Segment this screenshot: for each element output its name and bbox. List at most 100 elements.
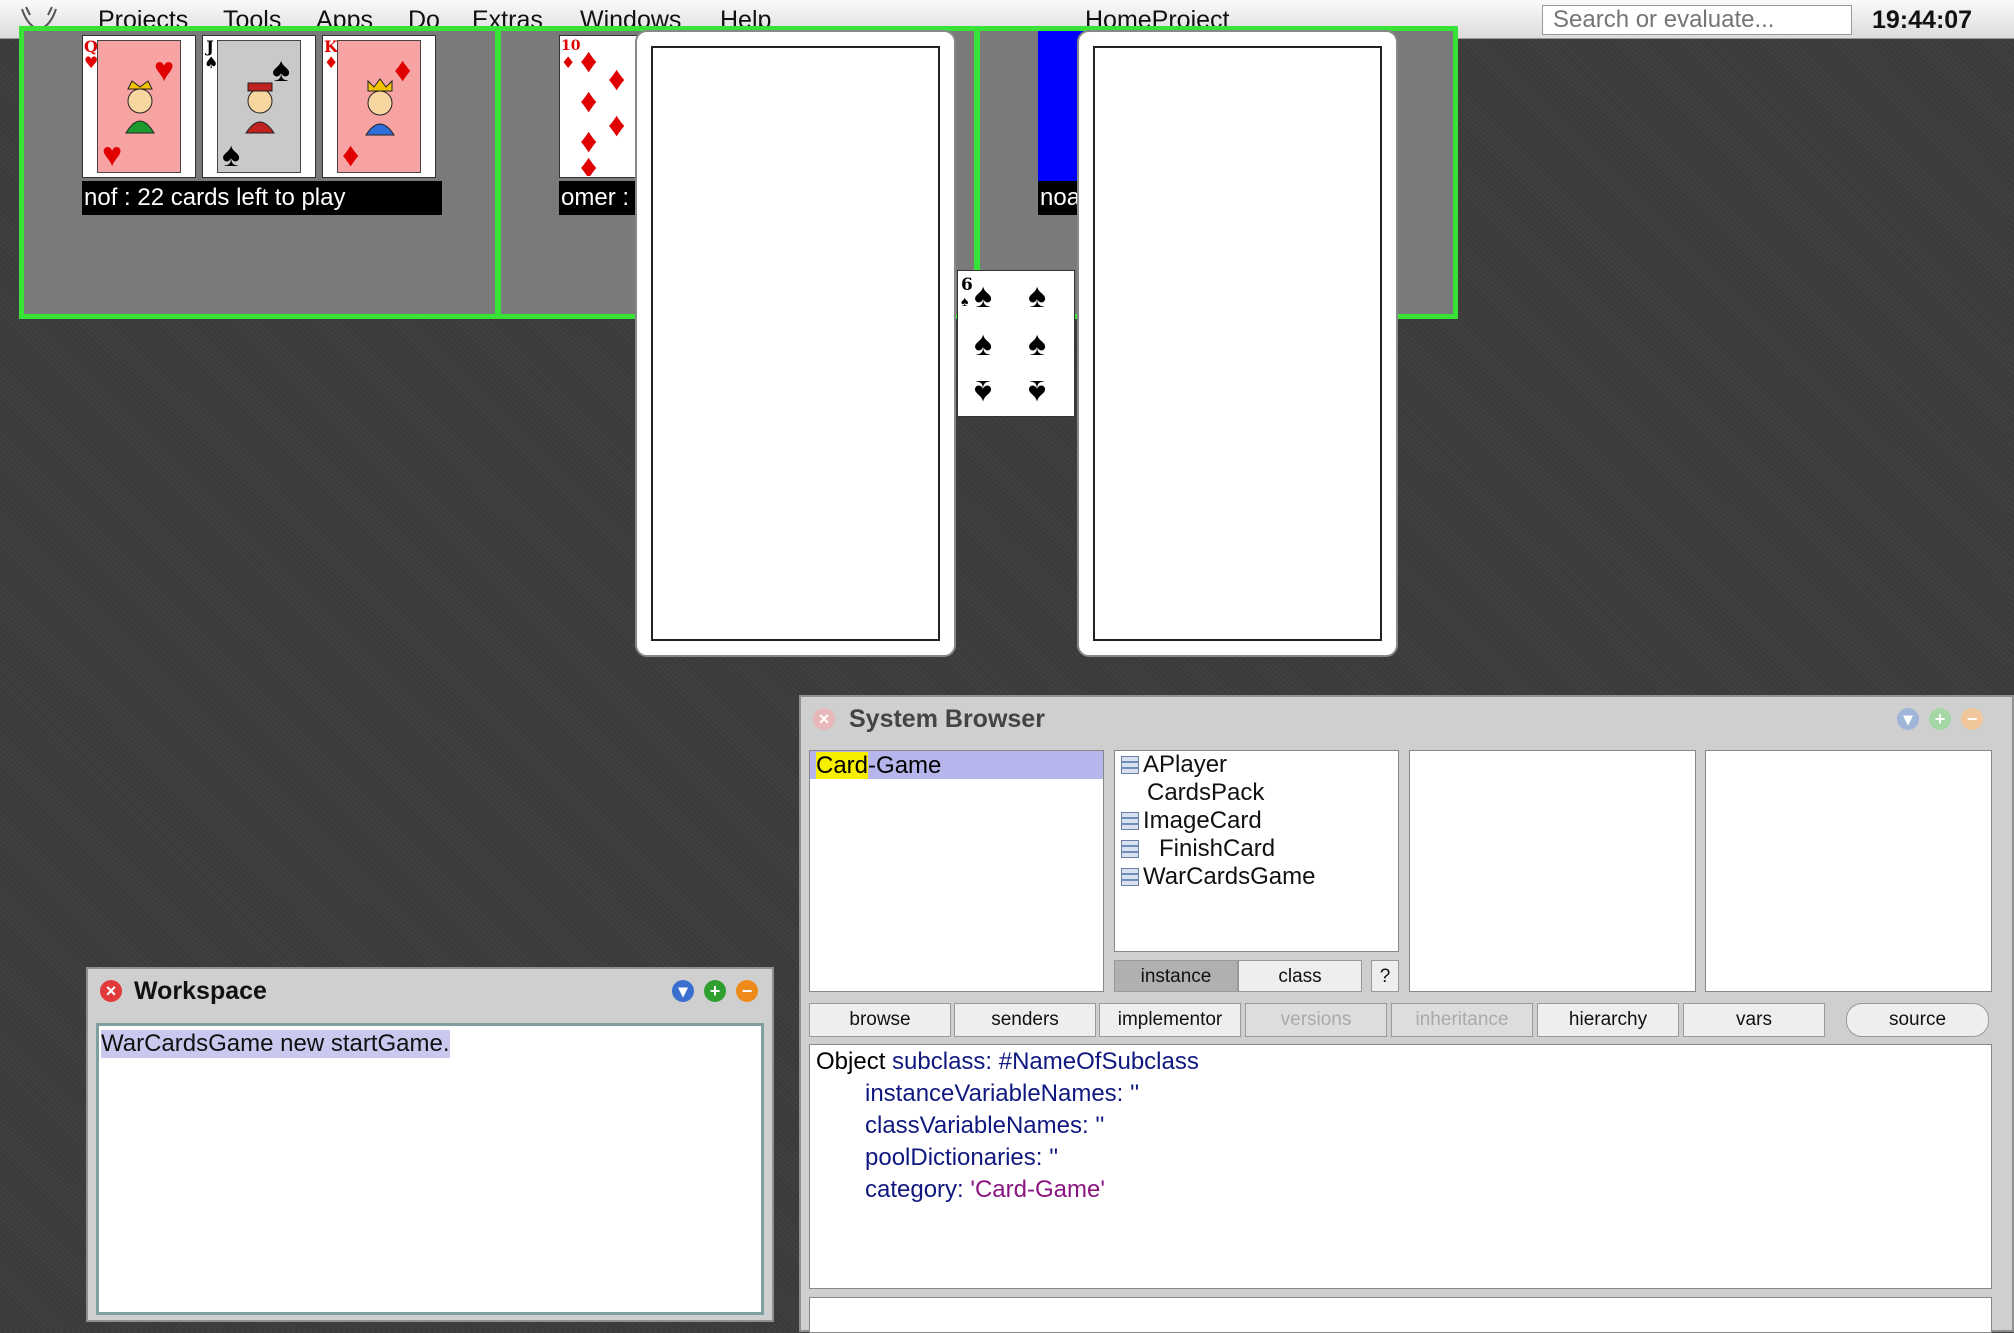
workspace-code: WarCardsGame new startGame. [101, 1030, 450, 1058]
minimize-icon[interactable]: − [736, 980, 758, 1002]
card-rank: K [324, 37, 338, 56]
king-face-icon: ♦ ♦ [337, 40, 421, 174]
svg-text:♦: ♦ [580, 148, 597, 176]
played-card-right[interactable] [1077, 30, 1398, 657]
system-browser-titlebar[interactable]: × System Browser ▾ + − [801, 697, 2012, 741]
player-panel-1: Q ♥ ♥ ♥ J ♠ ♠ ♠ K ♦ ♦ ♦ nof: 22 cards l… [19, 26, 500, 319]
spade-pip-icon: ♠ [974, 277, 993, 315]
help-button[interactable]: ? [1371, 960, 1399, 992]
spade-pip-icon: ♠ [1028, 277, 1047, 315]
expand-icon[interactable]: + [704, 980, 726, 1002]
instance-toggle[interactable]: instance [1114, 960, 1238, 992]
category-label-rest: -Game [868, 752, 942, 779]
protocol-pane[interactable] [1409, 750, 1696, 992]
close-icon[interactable]: × [813, 708, 835, 730]
class-label: WarCardsGame [1143, 863, 1316, 890]
spade-pip-icon: ♠ [1028, 373, 1047, 411]
class-icon [1121, 812, 1139, 830]
list-item[interactable]: Card-Game [810, 751, 1103, 779]
code-line-2: instanceVariableNames: '' [865, 1080, 1140, 1107]
versions-button[interactable]: versions [1245, 1003, 1387, 1037]
list-item[interactable]: CardsPack [1147, 779, 1264, 807]
card-rank: Q [84, 37, 98, 56]
svg-text:♦: ♦ [580, 82, 597, 120]
system-browser-window: × System Browser ▾ + − Card-Game APlayer… [799, 695, 2014, 1333]
code-keyword: category: [865, 1176, 971, 1203]
svg-text:♠: ♠ [272, 51, 290, 89]
method-pane[interactable] [1705, 750, 1992, 992]
svg-text:♦: ♦ [394, 51, 411, 89]
search-input[interactable] [1542, 5, 1852, 35]
svg-text:♦: ♦ [342, 136, 359, 174]
workspace-editor[interactable]: WarCardsGame new startGame. [96, 1023, 764, 1315]
class-pane[interactable]: APlayer CardsPack ImageCard FinishCard W… [1114, 750, 1399, 952]
status-pane [809, 1297, 1992, 1333]
workspace-window: × Workspace ▾ + − WarCardsGame new start… [86, 967, 774, 1322]
class-label: CardsPack [1147, 779, 1265, 806]
svg-text:♦: ♦ [608, 60, 625, 98]
list-item[interactable]: WarCardsGame [1121, 863, 1315, 891]
class-label: ImageCard [1143, 807, 1262, 834]
code-line-3: classVariableNames: '' [865, 1112, 1105, 1139]
spade-pip-icon: ♠ [974, 325, 993, 363]
queen-face-icon: ♥ ♥ [97, 40, 181, 174]
class-icon [1121, 868, 1139, 886]
svg-text:♦: ♦ [608, 106, 625, 144]
code-receiver: Object [816, 1048, 886, 1075]
list-item[interactable]: ImageCard [1121, 807, 1262, 835]
class-icon [1121, 756, 1139, 774]
code-string: 'Card-Game' [970, 1176, 1105, 1203]
vars-button[interactable]: vars [1683, 1003, 1825, 1037]
window-title: System Browser [849, 705, 1045, 733]
spade-pip-icon: ♠ [1028, 325, 1047, 363]
code-pane[interactable]: Object subclass: #NameOfSubclass instanc… [809, 1044, 1992, 1289]
inheritance-button[interactable]: inheritance [1391, 1003, 1533, 1037]
code-line-5: category: 'Card-Game' [865, 1176, 1105, 1204]
playing-card-ten-diamonds[interactable]: 10 ♦ ♦ ♦ ♦ ♦ ♦ ♦ [559, 35, 639, 178]
category-label: Card-Game [816, 752, 941, 780]
window-title: Workspace [134, 977, 267, 1005]
played-card-left[interactable] [635, 30, 956, 657]
minimize-icon[interactable]: − [1961, 708, 1983, 730]
list-item[interactable]: FinishCard [1121, 835, 1275, 863]
code-line-4: poolDictionaries: '' [865, 1144, 1059, 1171]
code-message: subclass: #NameOfSubclass [885, 1048, 1199, 1075]
playing-card-king-diamonds[interactable]: K ♦ ♦ ♦ [322, 35, 436, 178]
card-rank: J [206, 37, 214, 56]
card-suit: ♠ [204, 53, 219, 72]
card-rank: 10 [561, 38, 581, 54]
collapse-icon[interactable]: ▾ [672, 980, 694, 1002]
hierarchy-button[interactable]: hierarchy [1537, 1003, 1679, 1037]
svg-text:♥: ♥ [102, 136, 122, 174]
card-suit: ♦ [324, 53, 339, 72]
class-toggle[interactable]: class [1238, 960, 1362, 992]
diamond-pips-icon: ♦ ♦ ♦ ♦ ♦ ♦ [580, 42, 625, 176]
class-label: APlayer [1143, 751, 1228, 778]
code-line-1: Object subclass: #NameOfSubclass [816, 1048, 1199, 1076]
playing-card-jack-spades[interactable]: J ♠ ♠ ♠ [202, 35, 316, 178]
player-label-1: nof : 22 cards left to play [82, 181, 442, 215]
card-suit: ♥ [84, 53, 99, 72]
class-icon [1121, 840, 1139, 858]
card-suit: ♠ [961, 293, 969, 309]
playing-card-queen-hearts[interactable]: Q ♥ ♥ ♥ [82, 35, 196, 178]
card-rank: 6 [961, 275, 973, 295]
browse-button[interactable]: browse [809, 1003, 951, 1037]
center-card-six-spades[interactable]: 6 ♠ ♠ ♠ ♠ ♠ ♠ ♠ [957, 270, 1075, 417]
list-item[interactable]: APlayer [1121, 751, 1227, 779]
class-label: FinishCard [1159, 835, 1276, 862]
implementors-button[interactable]: implementor [1099, 1003, 1241, 1037]
senders-button[interactable]: senders [954, 1003, 1096, 1037]
workspace-titlebar[interactable]: × Workspace ▾ + − [88, 969, 772, 1013]
spade-pip-icon: ♠ [974, 373, 993, 411]
clock: 19:44:07 [1872, 6, 1973, 34]
collapse-icon[interactable]: ▾ [1897, 708, 1919, 730]
svg-text:♦: ♦ [580, 42, 597, 80]
expand-icon[interactable]: + [1929, 708, 1951, 730]
jack-face-icon: ♠ ♠ [217, 40, 301, 174]
player-label-2: omer : [559, 181, 639, 215]
category-pane[interactable]: Card-Game [809, 750, 1104, 992]
source-button[interactable]: source [1846, 1003, 1989, 1037]
close-icon[interactable]: × [100, 980, 122, 1002]
card-suit: ♦ [561, 53, 576, 72]
